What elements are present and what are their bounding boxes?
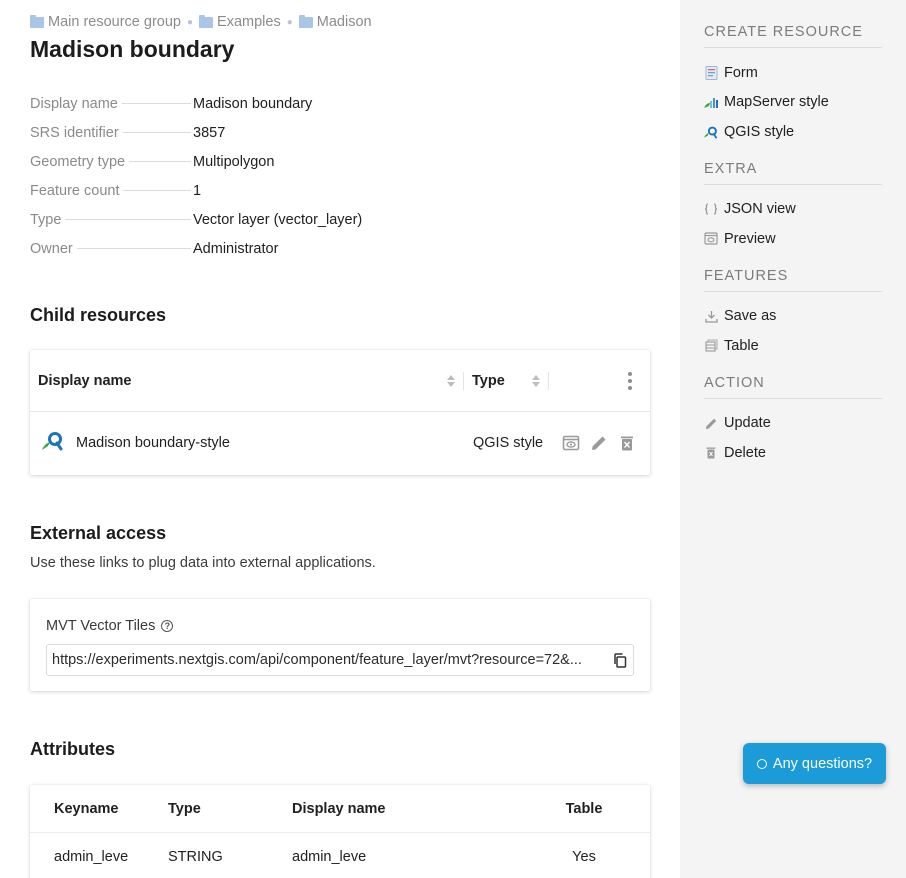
folder-icon (199, 14, 214, 28)
attribute-table: Yes (572, 848, 596, 865)
table-icon (704, 339, 718, 353)
sidebar-item-delete[interactable]: Delete (704, 438, 882, 468)
column-header-display-name: Display name (292, 800, 386, 817)
chat-icon (756, 758, 767, 769)
breadcrumb-separator: ● (286, 16, 293, 28)
property-row: Owner Administrator (30, 241, 650, 270)
more-options-icon[interactable] (628, 371, 632, 390)
property-key: Feature count (30, 183, 120, 199)
delete-icon (704, 446, 718, 460)
sidebar-section-features: Features Save as Table (704, 268, 882, 361)
property-value: Administrator (193, 241, 279, 257)
preview-icon[interactable] (562, 434, 580, 452)
attribute-type: STRING (168, 848, 223, 865)
child-resources-table: Display name Type Madison boundary-style… (30, 350, 650, 475)
breadcrumb-separator: ● (187, 16, 194, 28)
attribute-display-name: admin_leve (292, 848, 367, 865)
breadcrumb-item[interactable]: Examples (199, 14, 281, 30)
table-header: Display name Type (30, 350, 650, 412)
external-access-heading: External access (30, 523, 167, 543)
sidebar-section-action: Action Update Delete (704, 375, 882, 468)
sidebar-section-create: Create resource Form MapServer style QGI… (704, 24, 882, 147)
sidebar-item-qgis-style[interactable]: QGIS style (704, 117, 882, 147)
sort-icon[interactable] (447, 374, 455, 387)
mvt-url-field[interactable]: https://experiments.nextgis.com/api/comp… (46, 644, 634, 676)
folder-icon (30, 14, 44, 28)
edit-icon[interactable] (590, 434, 608, 452)
property-value: Madison boundary (193, 96, 313, 112)
section-title: Extra (704, 161, 882, 185)
breadcrumb: Main resource group ● Examples ● Madison (30, 14, 372, 30)
property-key: Display name (30, 96, 118, 112)
child-resource-name[interactable]: Madison boundary-style (76, 435, 230, 451)
table-row: admin_leve STRING admin_leve Yes (30, 833, 650, 878)
property-value: 1 (193, 183, 202, 199)
section-title: Create resource (704, 24, 882, 48)
attributes-table: Keyname Type Display name Table admin_le… (30, 785, 650, 878)
edit-icon (704, 416, 718, 430)
child-resources-heading: Child resources (30, 305, 167, 325)
sidebar-section-extra: Extra JSON view Preview (704, 161, 882, 254)
mvt-label: MVT Vector Tiles ? (46, 618, 174, 634)
external-access-description: Use these links to plug data into extern… (30, 555, 376, 571)
mvt-card: MVT Vector Tiles ? https://experiments.n… (30, 599, 650, 691)
sidebar-item-save-as[interactable]: Save as (704, 302, 882, 332)
attribute-keyname: admin_leve (54, 848, 129, 865)
main-content: Main resource group ● Examples ● Madison… (0, 0, 680, 878)
delete-icon[interactable] (618, 434, 636, 452)
column-header-type[interactable]: Type (464, 371, 549, 390)
preview-icon (704, 232, 718, 246)
help-chat-button[interactable]: Any questions? (743, 743, 886, 784)
help-icon[interactable]: ? (161, 620, 174, 632)
sidebar-item-table[interactable]: Table (704, 331, 882, 361)
qgis-style-icon (40, 430, 66, 456)
column-header-keyname: Keyname (54, 800, 119, 817)
column-header-type: Type (168, 800, 201, 817)
property-value: 3857 (193, 125, 226, 141)
property-key: Geometry type (30, 154, 126, 170)
column-header-display-name[interactable]: Display name (30, 371, 464, 390)
sidebar-item-mapserver-style[interactable]: MapServer style (704, 88, 882, 118)
property-key: SRS identifier (30, 125, 119, 141)
section-title: Action (704, 375, 882, 399)
download-icon (704, 309, 718, 323)
property-row: Display name Madison boundary (30, 96, 650, 125)
table-row: Madison boundary-style QGIS style (30, 412, 650, 474)
mapserver-style-icon (704, 95, 718, 109)
column-header-table: Table (565, 800, 603, 817)
sidebar-item-update[interactable]: Update (704, 409, 882, 439)
property-row: Feature count 1 (30, 183, 650, 212)
sidebar-item-json-view[interactable]: JSON view (704, 195, 882, 225)
mvt-url-text[interactable]: https://experiments.nextgis.com/api/comp… (52, 652, 607, 668)
form-icon (704, 65, 718, 80)
property-row: Type Vector layer (vector_layer) (30, 212, 650, 241)
json-braces-icon (704, 202, 718, 216)
sort-icon[interactable] (532, 374, 540, 387)
child-resource-type: QGIS style (473, 435, 544, 451)
property-value: Multipolygon (193, 154, 275, 170)
attributes-heading: Attributes (30, 739, 115, 759)
qgis-style-icon (704, 125, 718, 139)
breadcrumb-item[interactable]: Main resource group (30, 14, 181, 30)
section-title: Features (704, 268, 882, 292)
sidebar-item-preview[interactable]: Preview (704, 224, 882, 254)
copy-icon[interactable] (607, 645, 633, 675)
property-key: Type (30, 212, 62, 228)
property-row: SRS identifier 3857 (30, 125, 650, 154)
breadcrumb-item[interactable]: Madison (298, 14, 372, 30)
property-value: Vector layer (vector_layer) (193, 212, 363, 228)
page-title: Madison boundary (30, 36, 235, 62)
folder-icon (298, 14, 313, 28)
table-header: Keyname Type Display name Table (30, 785, 650, 833)
sidebar-item-form[interactable]: Form (704, 58, 882, 88)
properties-list: Display name Madison boundary SRS identi… (30, 96, 650, 270)
property-row: Geometry type Multipolygon (30, 154, 650, 183)
property-key: Owner (30, 241, 73, 257)
